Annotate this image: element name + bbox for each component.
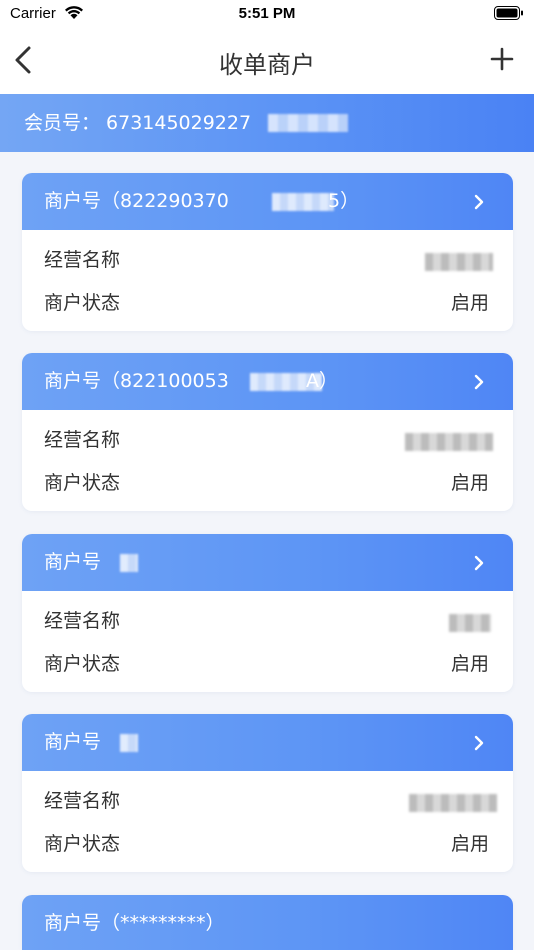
business-name-label: 经营名称 bbox=[44, 790, 121, 812]
merchant-status-value: 启用 bbox=[450, 472, 489, 494]
member-label: 会员号： bbox=[24, 112, 101, 134]
business-name-row: 经营名称 bbox=[22, 419, 513, 462]
battery-icon bbox=[494, 6, 523, 20]
business-name-label: 经营名称 bbox=[44, 610, 121, 632]
merchant-status-row: 商户状态 启用 bbox=[22, 462, 513, 505]
merchant-card-header[interactable]: 商户号（*********） bbox=[22, 895, 513, 950]
page-title: 收单商户 bbox=[219, 51, 315, 79]
merchant-card-header[interactable]: 商户号（822100053 A） bbox=[22, 353, 513, 410]
redacted-business-name bbox=[405, 433, 493, 451]
merchant-id-label: 商户号 bbox=[44, 370, 102, 392]
merchant-status-row: 商户状态 启用 bbox=[22, 643, 513, 686]
merchant-status-value: 启用 bbox=[450, 653, 489, 675]
merchant-id-tail: A） bbox=[306, 370, 338, 392]
status-bar: Carrier 5:51 PM bbox=[0, 0, 534, 28]
merchant-id-tail: 5） bbox=[328, 190, 360, 212]
merchant-status-value: 启用 bbox=[450, 292, 489, 314]
add-icon[interactable] bbox=[490, 47, 514, 71]
merchant-status-label: 商户状态 bbox=[44, 653, 121, 675]
merchant-id-label: 商户号 bbox=[44, 731, 102, 753]
chevron-right-icon bbox=[474, 194, 484, 210]
business-name-row: 经营名称 bbox=[22, 600, 513, 643]
merchant-card[interactable]: 商户号（822290370 5） 经营名称 商户状态 启用 bbox=[22, 173, 513, 331]
merchant-card[interactable]: 商户号（822100053 A） 经营名称 商户状态 启用 bbox=[22, 353, 513, 511]
merchant-id-label: 商户号 bbox=[44, 190, 102, 212]
merchant-card-header[interactable]: 商户号（822290370 5） bbox=[22, 173, 513, 230]
merchant-id-value: （822290370 bbox=[101, 190, 229, 212]
merchant-status-label: 商户状态 bbox=[44, 292, 121, 314]
merchant-id-value: （*********） bbox=[101, 912, 225, 934]
chevron-right-icon bbox=[474, 555, 484, 571]
chevron-right-icon bbox=[474, 735, 484, 751]
merchant-status-row: 商户状态 启用 bbox=[22, 282, 513, 325]
redacted-business-name bbox=[409, 794, 497, 812]
merchant-card[interactable]: 商户号 经营名称 商户状态 启用 bbox=[22, 714, 513, 872]
business-name-label: 经营名称 bbox=[44, 249, 121, 271]
business-name-row: 经营名称 bbox=[22, 780, 513, 823]
redacted-merchant-id bbox=[272, 193, 334, 211]
redacted-merchant-id bbox=[120, 734, 138, 752]
navigation-bar: 收单商户 bbox=[0, 28, 534, 94]
merchant-id-value: （822100053 bbox=[101, 370, 229, 392]
merchant-status-row: 商户状态 启用 bbox=[22, 823, 513, 866]
member-number-bar: 会员号： 673145029227 bbox=[0, 94, 534, 152]
status-time: 5:51 PM bbox=[238, 5, 296, 22]
redacted-merchant-id bbox=[120, 554, 138, 572]
business-name-row: 经营名称 bbox=[22, 239, 513, 282]
business-name-label: 经营名称 bbox=[44, 429, 121, 451]
merchant-card[interactable]: 商户号（*********） bbox=[22, 895, 513, 950]
redacted-business-name bbox=[449, 614, 491, 632]
merchant-card-header[interactable]: 商户号 bbox=[22, 534, 513, 591]
member-number: 673145029227 bbox=[106, 112, 252, 134]
merchant-id-label: 商户号 bbox=[44, 551, 102, 573]
merchant-card-header[interactable]: 商户号 bbox=[22, 714, 513, 771]
merchant-status-label: 商户状态 bbox=[44, 833, 121, 855]
merchant-id-label: 商户号 bbox=[44, 912, 102, 934]
merchant-status-value: 启用 bbox=[450, 833, 489, 855]
redacted-business-name bbox=[425, 253, 493, 271]
merchant-card[interactable]: 商户号 经营名称 商户状态 启用 bbox=[22, 534, 513, 692]
redacted-member-digits bbox=[268, 114, 348, 132]
chevron-right-icon bbox=[474, 374, 484, 390]
merchant-status-label: 商户状态 bbox=[44, 472, 121, 494]
